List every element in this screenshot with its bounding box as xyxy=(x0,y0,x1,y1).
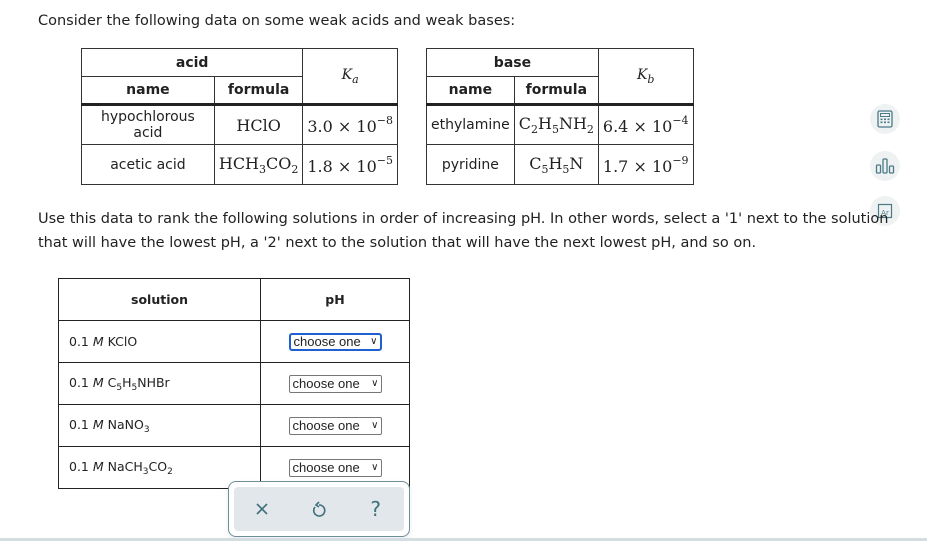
undo-icon xyxy=(312,501,326,517)
acid-row: acetic acid HCH3CO2 1.8 × 10−5 xyxy=(81,144,398,185)
instructions-text: Use this data to rank the following solu… xyxy=(38,211,889,251)
acid-name-header: name xyxy=(81,76,215,106)
solution-name: 0.1 M C5H5NHBr xyxy=(58,362,261,405)
kb-value: 6.4 × 10−4 xyxy=(597,104,694,145)
base-name-header: name xyxy=(426,76,515,106)
base-name: pyridine xyxy=(426,144,515,185)
close-icon xyxy=(256,503,268,515)
base-formula: C5H5N xyxy=(513,144,599,185)
intro-text: Consider the following data on some weak… xyxy=(38,13,516,29)
bar-chart-icon xyxy=(875,158,895,174)
acid-data-table: acid Ka name formula hypochlorous acid H… xyxy=(80,48,398,185)
base-group-header: base xyxy=(426,48,599,77)
solution-header: solution xyxy=(58,278,261,321)
base-data-table: base Kb name formula ethylamine C2H5NH2 … xyxy=(426,48,694,185)
acid-formula-header: formula xyxy=(213,76,304,106)
base-formula: C2H5NH2 xyxy=(513,104,599,145)
acid-group-header: acid xyxy=(80,48,304,77)
ph-rank-select[interactable]: choose one ∨ xyxy=(288,458,382,477)
clear-button[interactable] xyxy=(247,494,277,524)
undo-button[interactable] xyxy=(304,494,334,524)
ka-header: Ka xyxy=(302,48,398,106)
data-chart-button[interactable] xyxy=(870,151,900,181)
kb-value: 1.7 × 10−9 xyxy=(597,144,694,185)
base-name: ethylamine xyxy=(426,104,515,145)
ph-rank-select[interactable]: choose one ∨ xyxy=(288,416,382,435)
solution-ranking-table: solution pH 0.1 M KClO choose one ∨ 0.1 M… xyxy=(58,278,410,489)
ka-value: 3.0 × 10−8 xyxy=(302,104,398,145)
acid-name: hypochlorous acid xyxy=(81,104,215,145)
acid-formula: HClO xyxy=(213,104,304,145)
acid-name: acetic acid xyxy=(81,144,215,185)
acid-row: hypochlorous acid HClO 3.0 × 10−8 xyxy=(81,104,398,145)
help-button[interactable]: ? xyxy=(361,494,391,524)
help-icon: ? xyxy=(370,497,381,521)
ph-header: pH xyxy=(260,278,410,321)
ph-rank-select[interactable]: choose one ∨ xyxy=(288,332,382,351)
solution-row: 0.1 M C5H5NHBr choose one ∨ xyxy=(58,362,410,405)
chevron-down-icon: ∨ xyxy=(370,336,378,347)
solution-name: 0.1 M NaNO3 xyxy=(58,404,261,447)
ph-rank-select[interactable]: choose one ∨ xyxy=(288,374,382,393)
chevron-down-icon: ∨ xyxy=(371,420,379,431)
base-formula-header: formula xyxy=(513,76,599,106)
solution-row: 0.1 M KClO choose one ∨ xyxy=(58,320,410,363)
chevron-down-icon: ∨ xyxy=(371,378,379,389)
chevron-down-icon: ∨ xyxy=(371,462,379,473)
solution-row: 0.1 M NaNO3 choose one ∨ xyxy=(58,404,410,447)
kb-header: Kb xyxy=(597,48,694,106)
solution-name: 0.1 M KClO xyxy=(58,320,261,363)
calculator-icon xyxy=(877,110,893,128)
ka-value: 1.8 × 10−5 xyxy=(302,144,398,185)
base-row: pyridine C5H5N 1.7 × 10−9 xyxy=(426,144,694,185)
calculator-button[interactable] xyxy=(870,104,900,134)
base-row: ethylamine C2H5NH2 6.4 × 10−4 xyxy=(426,104,694,145)
answer-action-bar: ? xyxy=(228,481,410,537)
acid-formula: HCH3CO2 xyxy=(213,144,304,185)
